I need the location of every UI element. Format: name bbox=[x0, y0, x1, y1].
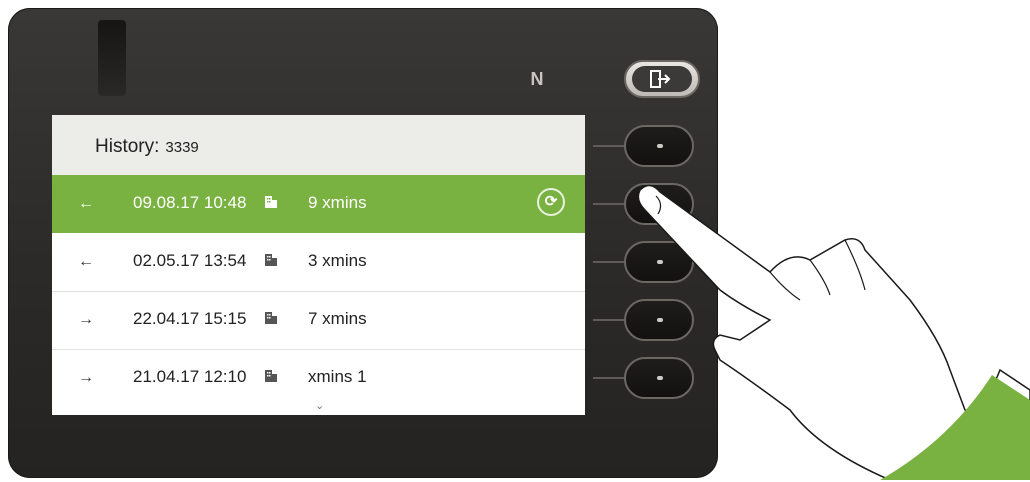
page-title: History: 3339 bbox=[95, 136, 199, 158]
pointing-hand-illustration bbox=[637, 184, 1030, 480]
entry-date: 02.05.17 13:54 bbox=[133, 251, 247, 270]
entry-name: 7 xmins bbox=[308, 309, 367, 328]
history-number: 3339 bbox=[165, 139, 199, 156]
nfc-icon: N bbox=[530, 69, 544, 89]
history-header: History: 3339 bbox=[52, 115, 585, 175]
outgoing-call-icon: → bbox=[78, 369, 94, 386]
softkey-line-1 bbox=[593, 145, 626, 147]
exit-icon bbox=[650, 70, 671, 88]
incoming-call-icon: ← bbox=[78, 195, 94, 212]
handset-slot bbox=[98, 20, 126, 96]
entry-name: 9 xmins bbox=[308, 193, 367, 212]
history-entry-2[interactable]: ← 02.05.17 13:54 3 xmins bbox=[52, 233, 585, 292]
entry-date: 22.04.17 15:15 bbox=[133, 309, 247, 328]
outgoing-call-icon: → bbox=[78, 311, 94, 328]
office-building-icon bbox=[265, 312, 277, 324]
office-building-icon bbox=[265, 370, 277, 382]
softkey-dot bbox=[657, 144, 663, 148]
display-screen: History: 3339 ← 09.08.17 10:48 9 xmins ⟳ … bbox=[52, 115, 585, 415]
chevron-down-icon[interactable]: ⌄ bbox=[315, 399, 324, 412]
incoming-call-icon: ← bbox=[78, 253, 94, 270]
history-entry-3[interactable]: → 22.04.17 15:15 7 xmins bbox=[52, 291, 585, 350]
refresh-icon[interactable]: ⟳ bbox=[537, 188, 565, 216]
softkey-1[interactable] bbox=[624, 125, 694, 167]
history-label: History: bbox=[95, 136, 160, 157]
entry-name: xmins 1 bbox=[308, 367, 367, 386]
history-entry-1[interactable]: ← 09.08.17 10:48 9 xmins ⟳ bbox=[52, 175, 585, 233]
entry-name: 3 xmins bbox=[308, 251, 367, 270]
office-building-icon bbox=[265, 196, 277, 208]
entry-date: 21.04.17 12:10 bbox=[133, 367, 247, 386]
office-building-icon bbox=[265, 254, 277, 266]
entry-date: 09.08.17 10:48 bbox=[133, 193, 247, 212]
exit-button[interactable] bbox=[624, 60, 700, 98]
